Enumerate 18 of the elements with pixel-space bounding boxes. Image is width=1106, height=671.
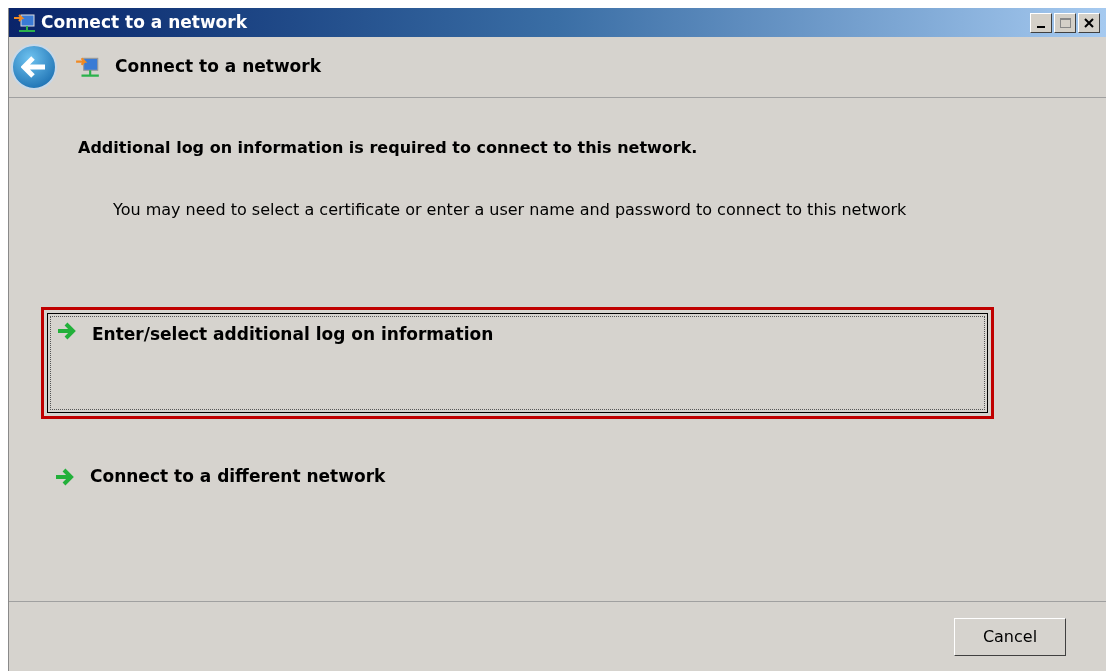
cancel-button[interactable]: Cancel bbox=[954, 617, 1066, 656]
description: You may need to select a certificate or enter a user name and password to connect to this network bbox=[113, 199, 908, 221]
network-icon bbox=[13, 11, 37, 34]
command-link[interactable]: Connect to a different network bbox=[50, 457, 1066, 497]
close-button[interactable] bbox=[1078, 12, 1100, 33]
window-title: Connect to a network bbox=[41, 10, 247, 34]
close-icon bbox=[1084, 17, 1094, 28]
back-arrow-icon bbox=[21, 56, 47, 78]
arrow-icon bbox=[56, 322, 78, 340]
back-button[interactable] bbox=[11, 44, 57, 90]
maximize-button[interactable] bbox=[1054, 12, 1076, 33]
minimize-button[interactable] bbox=[1030, 12, 1052, 33]
minimize-icon bbox=[1037, 25, 1045, 28]
maximize-icon bbox=[1059, 17, 1071, 28]
command-link[interactable]: Enter/select additional log on information bbox=[41, 307, 994, 419]
arrow-icon bbox=[54, 468, 76, 486]
page-title: Connect to a network bbox=[115, 55, 321, 79]
heading: Additional log on information is required to connect to this network. bbox=[78, 137, 699, 159]
